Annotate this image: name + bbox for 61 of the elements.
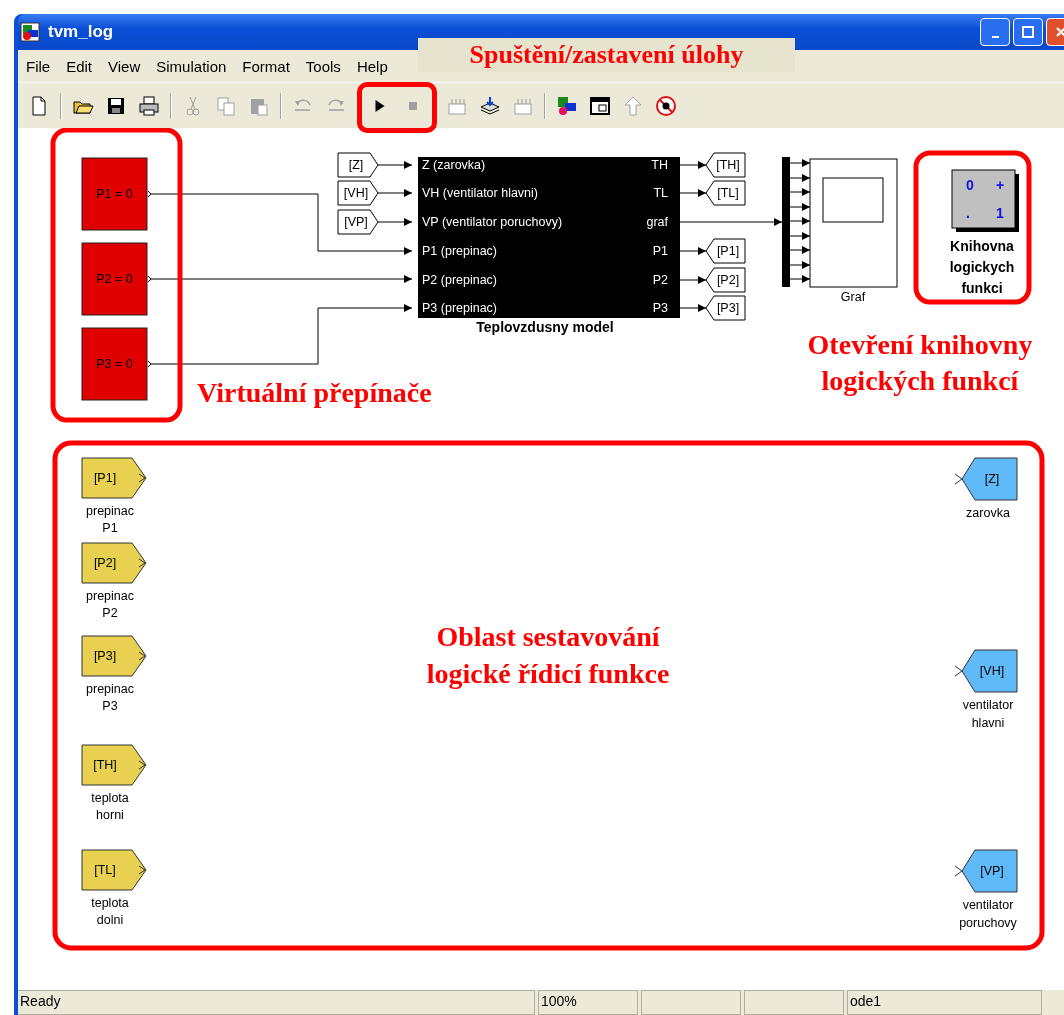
input-port-label: P2 (prepinac) xyxy=(422,273,498,287)
input-port-label: VP (ventilator poruchovy) xyxy=(422,215,563,229)
output-port-label: P3 xyxy=(652,301,668,315)
goto-tag-label: [TL] xyxy=(717,186,739,200)
output-port-label: graf xyxy=(646,215,668,229)
switch-label: P1 = 0 xyxy=(96,187,133,201)
input-port-label: P1 (prepinac) xyxy=(422,244,498,258)
goto-tag-label: [TH] xyxy=(716,158,740,172)
solver-name: ode1 xyxy=(847,990,1042,1015)
output-port-label: P2 xyxy=(652,273,668,287)
annotation-text: Virtuální přepínače xyxy=(197,377,432,408)
block-name: teplota horni xyxy=(91,791,129,822)
output-port-label: P1 xyxy=(652,244,668,258)
block-name: ventilator poruchovy xyxy=(959,898,1017,930)
library-symbol: . xyxy=(966,205,970,221)
goto-tag-label: [P1] xyxy=(716,244,740,258)
annotation-text: Otevření knihovny logických funkcí xyxy=(807,329,1033,396)
from-tag-label: [P1] xyxy=(93,471,117,485)
block-name: Teplovzdusny model xyxy=(476,319,614,335)
block-name: prepinac P3 xyxy=(86,682,134,713)
goto-tag-label: [Z] xyxy=(984,472,1000,486)
menu-item[interactable]: Help xyxy=(348,57,396,75)
block-name: prepinac P2 xyxy=(86,589,134,620)
input-port-label: P3 (prepinac) xyxy=(422,301,498,315)
block-name: prepinac P1 xyxy=(86,504,134,535)
menu-item[interactable]: File xyxy=(18,57,59,75)
zoom-level: 100% xyxy=(538,990,638,1015)
goto-tag-label: [VP] xyxy=(980,864,1004,878)
block-name: ventilator hlavni xyxy=(962,698,1014,730)
annotation-text: Spuštění/zastavení úlohy xyxy=(418,38,795,72)
switch-label: P3 = 0 xyxy=(96,357,133,371)
goto-tag-label: [VH] xyxy=(979,664,1005,678)
from-tag-label: [TH] xyxy=(93,758,117,772)
status-text: Ready xyxy=(18,990,535,1015)
menu-item[interactable]: Edit xyxy=(58,57,101,75)
from-tag-label: [VP] xyxy=(344,215,368,229)
from-tag-label: [P2] xyxy=(93,556,117,570)
output-port-label: TL xyxy=(653,186,668,200)
goto-tag-label: [P2] xyxy=(716,273,740,287)
annotation-text: Oblast sestavování logické řídicí funkce xyxy=(426,621,670,689)
menu-item[interactable]: Format xyxy=(234,57,298,75)
goto-tag-label: [P3] xyxy=(716,301,740,315)
menu-item[interactable]: Simulation xyxy=(148,57,235,75)
from-tag-label: [Z] xyxy=(348,158,364,172)
switch-label: P2 = 0 xyxy=(96,272,133,286)
window-title: tvm_log xyxy=(48,22,114,42)
from-tag-label: [P3] xyxy=(93,649,117,663)
menu-item[interactable]: Tools xyxy=(297,57,349,75)
menu-item[interactable]: View xyxy=(100,57,149,75)
block-name: Knihovna logickych funkci xyxy=(949,238,1015,296)
block-name: teplota dolni xyxy=(91,896,129,927)
library-symbol: + xyxy=(995,177,1005,193)
library-symbol: 1 xyxy=(996,205,1004,221)
from-tag-label: [TL] xyxy=(94,863,116,877)
block-name: Graf xyxy=(840,290,866,304)
block-name: zarovka xyxy=(966,506,1010,520)
from-tag-label: [VH] xyxy=(343,186,369,200)
library-symbol: 0 xyxy=(966,177,974,193)
input-port-label: VH (ventilator hlavni) xyxy=(422,186,538,200)
input-port-label: Z (zarovka) xyxy=(422,158,486,172)
output-port-label: TH xyxy=(651,158,668,172)
